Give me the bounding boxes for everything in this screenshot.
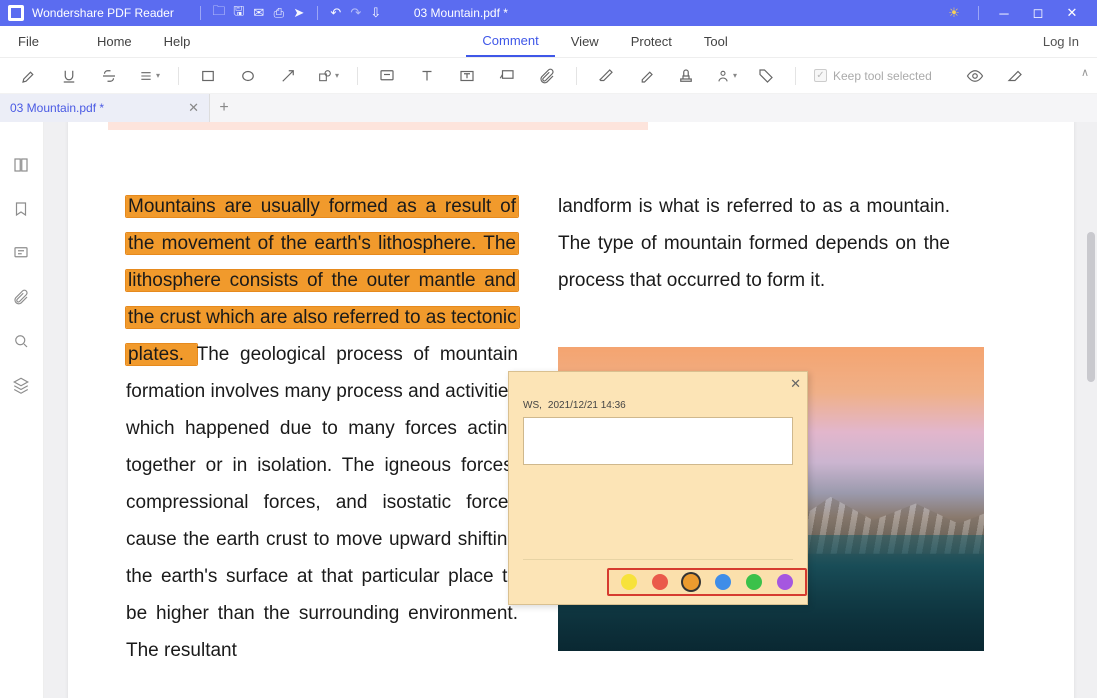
thumbnails-icon[interactable]: [12, 156, 32, 176]
search-icon[interactable]: [12, 332, 32, 352]
rectangle-tool-icon[interactable]: [197, 65, 219, 87]
share-icon[interactable]: ➤: [289, 5, 309, 21]
annotation-popup: ✕ WS, 2021/12/21 14:36: [508, 371, 808, 605]
theme-toggle-icon[interactable]: ☀: [944, 5, 964, 21]
close-tab-icon[interactable]: ✕: [188, 100, 199, 116]
menu-file[interactable]: File: [0, 26, 57, 57]
underline-tool-icon[interactable]: [58, 65, 80, 87]
color-swatch-yellow[interactable]: [621, 574, 637, 590]
close-popup-icon[interactable]: ✕: [790, 376, 801, 392]
login-link[interactable]: Log In: [1043, 34, 1097, 49]
maximize-button[interactable]: ◻: [1021, 5, 1055, 21]
callout-tool-icon[interactable]: [496, 65, 518, 87]
note-tool-icon[interactable]: [376, 65, 398, 87]
visibility-tool-icon[interactable]: [964, 65, 986, 87]
print-icon[interactable]: ⎙: [269, 5, 289, 21]
annotation-author: WS,: [523, 400, 542, 411]
strikethrough-tool-icon[interactable]: [98, 65, 120, 87]
annotation-note-input[interactable]: [523, 417, 793, 465]
open-file-icon[interactable]: 🗀: [209, 2, 229, 24]
menu-home[interactable]: Home: [81, 26, 148, 57]
text-column-1: Mountains are usually formed as a result…: [126, 188, 518, 669]
measure-tool-icon[interactable]: [755, 65, 777, 87]
color-swatch-blue[interactable]: [715, 574, 731, 590]
menu-help[interactable]: Help: [148, 26, 207, 57]
annotation-timestamp: 2021/12/21 14:36: [548, 400, 626, 411]
redo-icon[interactable]: ↷: [346, 5, 366, 21]
document-title: 03 Mountain.pdf *: [414, 6, 508, 20]
keep-tool-selected-checkbox[interactable]: ✓ Keep tool selected: [814, 69, 932, 83]
app-logo: [8, 5, 24, 21]
body-text: The geological process of mountain forma…: [126, 344, 518, 661]
layers-icon[interactable]: [12, 376, 32, 396]
comment-toolbar: ▾ ▾ ▾ ✓ Keep tool selected ∧: [0, 58, 1097, 94]
shape-tool-icon[interactable]: ▾: [317, 65, 339, 87]
add-tab-button[interactable]: +: [210, 99, 238, 117]
minimize-button[interactable]: ─: [987, 6, 1021, 21]
menu-tool[interactable]: Tool: [688, 26, 744, 57]
checkbox-icon: ✓: [814, 69, 827, 82]
mail-icon[interactable]: ✉: [249, 5, 269, 21]
textbox-tool-icon[interactable]: [456, 65, 478, 87]
oval-tool-icon[interactable]: [237, 65, 259, 87]
keep-tool-label: Keep tool selected: [833, 69, 932, 83]
highlight-tool-icon[interactable]: [18, 65, 40, 87]
color-swatch-green[interactable]: [746, 574, 762, 590]
menu-view[interactable]: View: [555, 26, 615, 57]
color-swatch-purple[interactable]: [777, 574, 793, 590]
vertical-scrollbar[interactable]: [1087, 232, 1095, 382]
app-name: Wondershare PDF Reader: [32, 6, 174, 20]
color-swatch-orange[interactable]: [683, 574, 699, 590]
save-icon[interactable]: 🖫: [229, 2, 249, 24]
title-bar: Wondershare PDF Reader 🗀 🖫 ✉ ⎙ ➤ ↶ ↷ ⇩ 0…: [0, 0, 1097, 26]
text-tool-icon[interactable]: [416, 65, 438, 87]
close-window-button[interactable]: ✕: [1055, 5, 1089, 21]
undo-icon[interactable]: ↶: [326, 5, 346, 21]
attachment-tool-icon[interactable]: [536, 65, 558, 87]
tab-label: 03 Mountain.pdf *: [10, 101, 104, 115]
signature-tool-icon[interactable]: ▾: [715, 65, 737, 87]
bookmarks-icon[interactable]: [12, 200, 32, 220]
side-panel-rail: [0, 122, 44, 698]
highlighted-text[interactable]: Mountains are usually formed as a result…: [126, 196, 519, 365]
dropdown-icon[interactable]: ⇩: [366, 5, 386, 21]
attachments-icon[interactable]: [12, 288, 32, 308]
stamp-tool-icon[interactable]: [675, 65, 697, 87]
body-text-2: landform is what is referred to as a mou…: [558, 188, 950, 299]
collapse-toolbar-icon[interactable]: ∧: [1081, 66, 1089, 79]
eraser-tool-icon[interactable]: [595, 65, 617, 87]
menu-bar: File Home Help Comment View Protect Tool…: [0, 26, 1097, 58]
menu-protect[interactable]: Protect: [615, 26, 688, 57]
arrow-tool-icon[interactable]: [277, 65, 299, 87]
clear-tool-icon[interactable]: [1004, 65, 1026, 87]
highlight-color-picker: [607, 568, 807, 596]
page-decoration: [108, 122, 648, 130]
color-swatch-red[interactable]: [652, 574, 668, 590]
annotation-meta: WS, 2021/12/21 14:36: [509, 372, 807, 415]
tab-strip: 03 Mountain.pdf * ✕ +: [0, 94, 1097, 122]
eraser2-tool-icon[interactable]: [635, 65, 657, 87]
document-tab[interactable]: 03 Mountain.pdf * ✕: [0, 94, 210, 122]
comments-icon[interactable]: [12, 244, 32, 264]
menu-comment[interactable]: Comment: [466, 26, 554, 57]
list-tool-icon[interactable]: ▾: [138, 65, 160, 87]
